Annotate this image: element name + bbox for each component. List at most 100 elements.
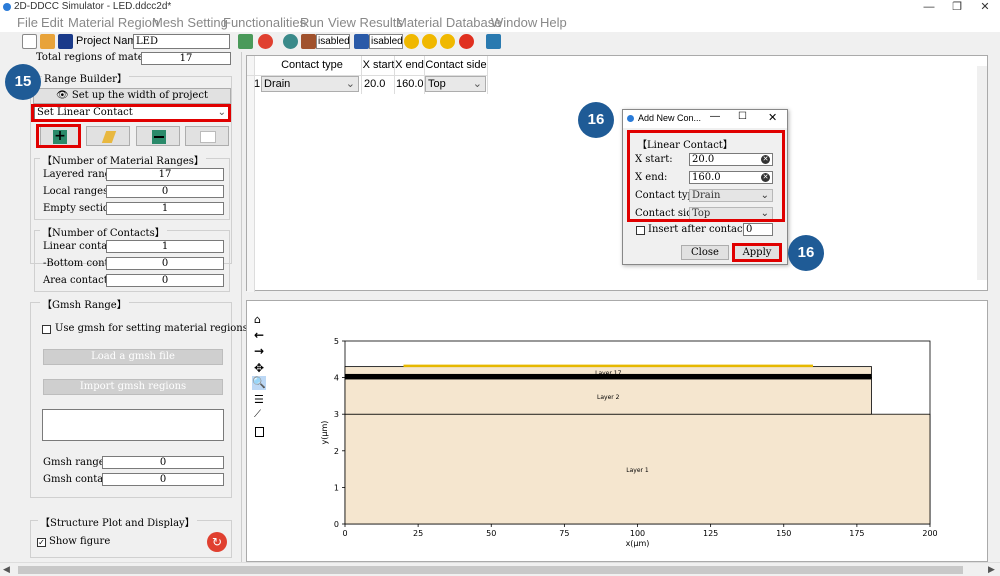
y-tick-label-3: 3: [334, 410, 339, 419]
show-figure-checkbox[interactable]: ✓: [37, 538, 46, 547]
dialog-minimize-button[interactable]: —: [710, 111, 720, 122]
row-x-end[interactable]: 160.0: [396, 78, 424, 90]
step-16-badge-bottom: 16: [788, 235, 824, 271]
highlight-dialog-fields: [627, 130, 785, 222]
y-axis-label: y(μm): [320, 421, 329, 445]
chevron-down-icon: ⌄: [472, 78, 482, 90]
maximize-button[interactable]: ❐: [946, 0, 968, 14]
stop-icon[interactable]: [459, 34, 474, 49]
row-contact-type-value: Drain: [264, 78, 291, 90]
x-tick-label-4: 100: [630, 529, 645, 538]
row-contact-side-select[interactable]: Top ⌄: [425, 76, 486, 92]
horizontal-scrollbar[interactable]: ◀ ▶: [0, 562, 1000, 576]
minimize-button[interactable]: —: [918, 0, 940, 14]
edit-button[interactable]: [86, 126, 130, 146]
toolbar: Project Name: LED isabled isabled: [0, 32, 1000, 52]
x-axis-label: x(μm): [626, 539, 650, 548]
menu-run[interactable]: Run: [300, 15, 324, 30]
gmsh-textarea[interactable]: [42, 409, 224, 441]
menu-material-database[interactable]: Material Database: [396, 15, 502, 30]
refresh-icon[interactable]: [258, 34, 273, 49]
dialog-maximize-button[interactable]: ☐: [738, 111, 747, 122]
header-contact-type: Contact type: [281, 59, 343, 71]
x-tick-label-2: 50: [486, 529, 496, 538]
step-icon[interactable]: [440, 34, 455, 49]
list-icon[interactable]: [354, 34, 369, 49]
total-regions-field: 17: [141, 52, 231, 65]
menu-view-results[interactable]: View Results: [328, 15, 403, 30]
new-file-icon[interactable]: [22, 34, 37, 49]
eye-icon: 👁: [56, 90, 72, 101]
header-x-start: X start: [362, 59, 395, 71]
menu-window[interactable]: Window: [491, 15, 537, 30]
project-name-input[interactable]: LED: [133, 34, 230, 49]
import-gmsh-button[interactable]: Import gmsh regions: [43, 379, 223, 395]
row-contact-side-value: Top: [428, 78, 446, 90]
insert-after-spinbox[interactable]: 0: [743, 223, 773, 236]
add-new-contact-dialog: Add New Con... — ☐ ✕ 【Linear Contact】 X …: [622, 109, 788, 265]
mesh-icon[interactable]: [283, 34, 298, 49]
highlight-apply-button: [732, 243, 782, 262]
dialog-titlebar: Add New Con... — ☐ ✕: [623, 110, 787, 128]
highlight-range-mode: [31, 104, 231, 122]
close-window-button[interactable]: ✕: [974, 0, 996, 14]
play-icon[interactable]: [404, 34, 419, 49]
area-contacts-field: 0: [106, 274, 224, 287]
empty-field: 1: [106, 202, 224, 215]
scroll-right-icon[interactable]: ▶: [988, 565, 995, 575]
x-tick-label-8: 200: [922, 529, 937, 538]
contact-table-area: Contact type X start X end Contact side …: [246, 55, 988, 292]
open-folder-icon[interactable]: [40, 34, 55, 49]
minus-icon: [152, 130, 166, 144]
setup-width-button[interactable]: 👁 Set up the width of project: [33, 88, 231, 104]
remove-button[interactable]: [136, 126, 180, 146]
header-contact-side: Contact side: [425, 59, 487, 71]
table-scrollbar[interactable]: [977, 66, 987, 280]
x-tick-label-5: 125: [703, 529, 718, 538]
menu-mesh-setting[interactable]: Mesh Setting: [152, 15, 228, 30]
load-gmsh-button[interactable]: Load a gmsh file: [43, 349, 223, 365]
use-gmsh-checkbox[interactable]: [42, 325, 51, 334]
contact-mark: [403, 364, 813, 368]
x-tick-label-7: 175: [849, 529, 864, 538]
clear-button[interactable]: [185, 126, 229, 146]
menu-help[interactable]: Help: [540, 15, 567, 30]
grid-icon[interactable]: [301, 34, 316, 49]
show-figure-label: Show figure: [49, 536, 111, 547]
row-x-start[interactable]: 20.0: [364, 78, 385, 90]
region-label-2: Layer 2: [597, 394, 620, 401]
disabled-button-b[interactable]: isabled: [369, 34, 403, 49]
thin-layers: [345, 373, 872, 380]
chart-icon[interactable]: [486, 34, 501, 49]
x-tick-label-1: 25: [413, 529, 423, 538]
display-icon[interactable]: [238, 34, 253, 49]
dialog-close-button[interactable]: Close: [681, 245, 729, 260]
region-label-1: Layer 1: [626, 467, 649, 474]
y-tick-label-2: 2: [334, 447, 339, 456]
highlight-add-button: [36, 124, 81, 148]
pencil-icon: [101, 131, 117, 143]
menu-file[interactable]: File: [17, 15, 38, 30]
row-contact-type-select[interactable]: Drain ⌄: [261, 76, 359, 92]
y-tick-label-5: 5: [334, 337, 339, 346]
scroll-thumb[interactable]: [18, 566, 963, 574]
save-icon[interactable]: [58, 34, 73, 49]
linear-contact-field: 1: [106, 240, 224, 253]
menu-functionalities[interactable]: Functionalities: [223, 15, 306, 30]
local-label: Local ranges:: [43, 186, 112, 197]
fast-forward-icon[interactable]: [422, 34, 437, 49]
disabled-button-a[interactable]: isabled: [316, 34, 350, 49]
menu-edit[interactable]: Edit: [41, 15, 63, 30]
redraw-icon[interactable]: ↻: [207, 532, 227, 552]
menu-material-region[interactable]: Material Region: [68, 15, 159, 30]
use-gmsh-label: Use gmsh for setting material regions: [55, 323, 248, 334]
scroll-left-icon[interactable]: ◀: [3, 565, 10, 575]
y-tick-label-0: 0: [334, 520, 339, 529]
y-tick-label-4: 4: [334, 374, 339, 383]
dialog-close-icon[interactable]: ✕: [768, 111, 777, 124]
insert-after-checkbox[interactable]: [636, 226, 645, 235]
menu-bar: File Edit Material Region Mesh Setting F…: [0, 14, 1000, 32]
y-tick-label-1: 1: [334, 483, 339, 492]
layered-field: 17: [106, 168, 224, 181]
left-panel: Total regions of materials: 17 Range Bui…: [10, 52, 248, 562]
